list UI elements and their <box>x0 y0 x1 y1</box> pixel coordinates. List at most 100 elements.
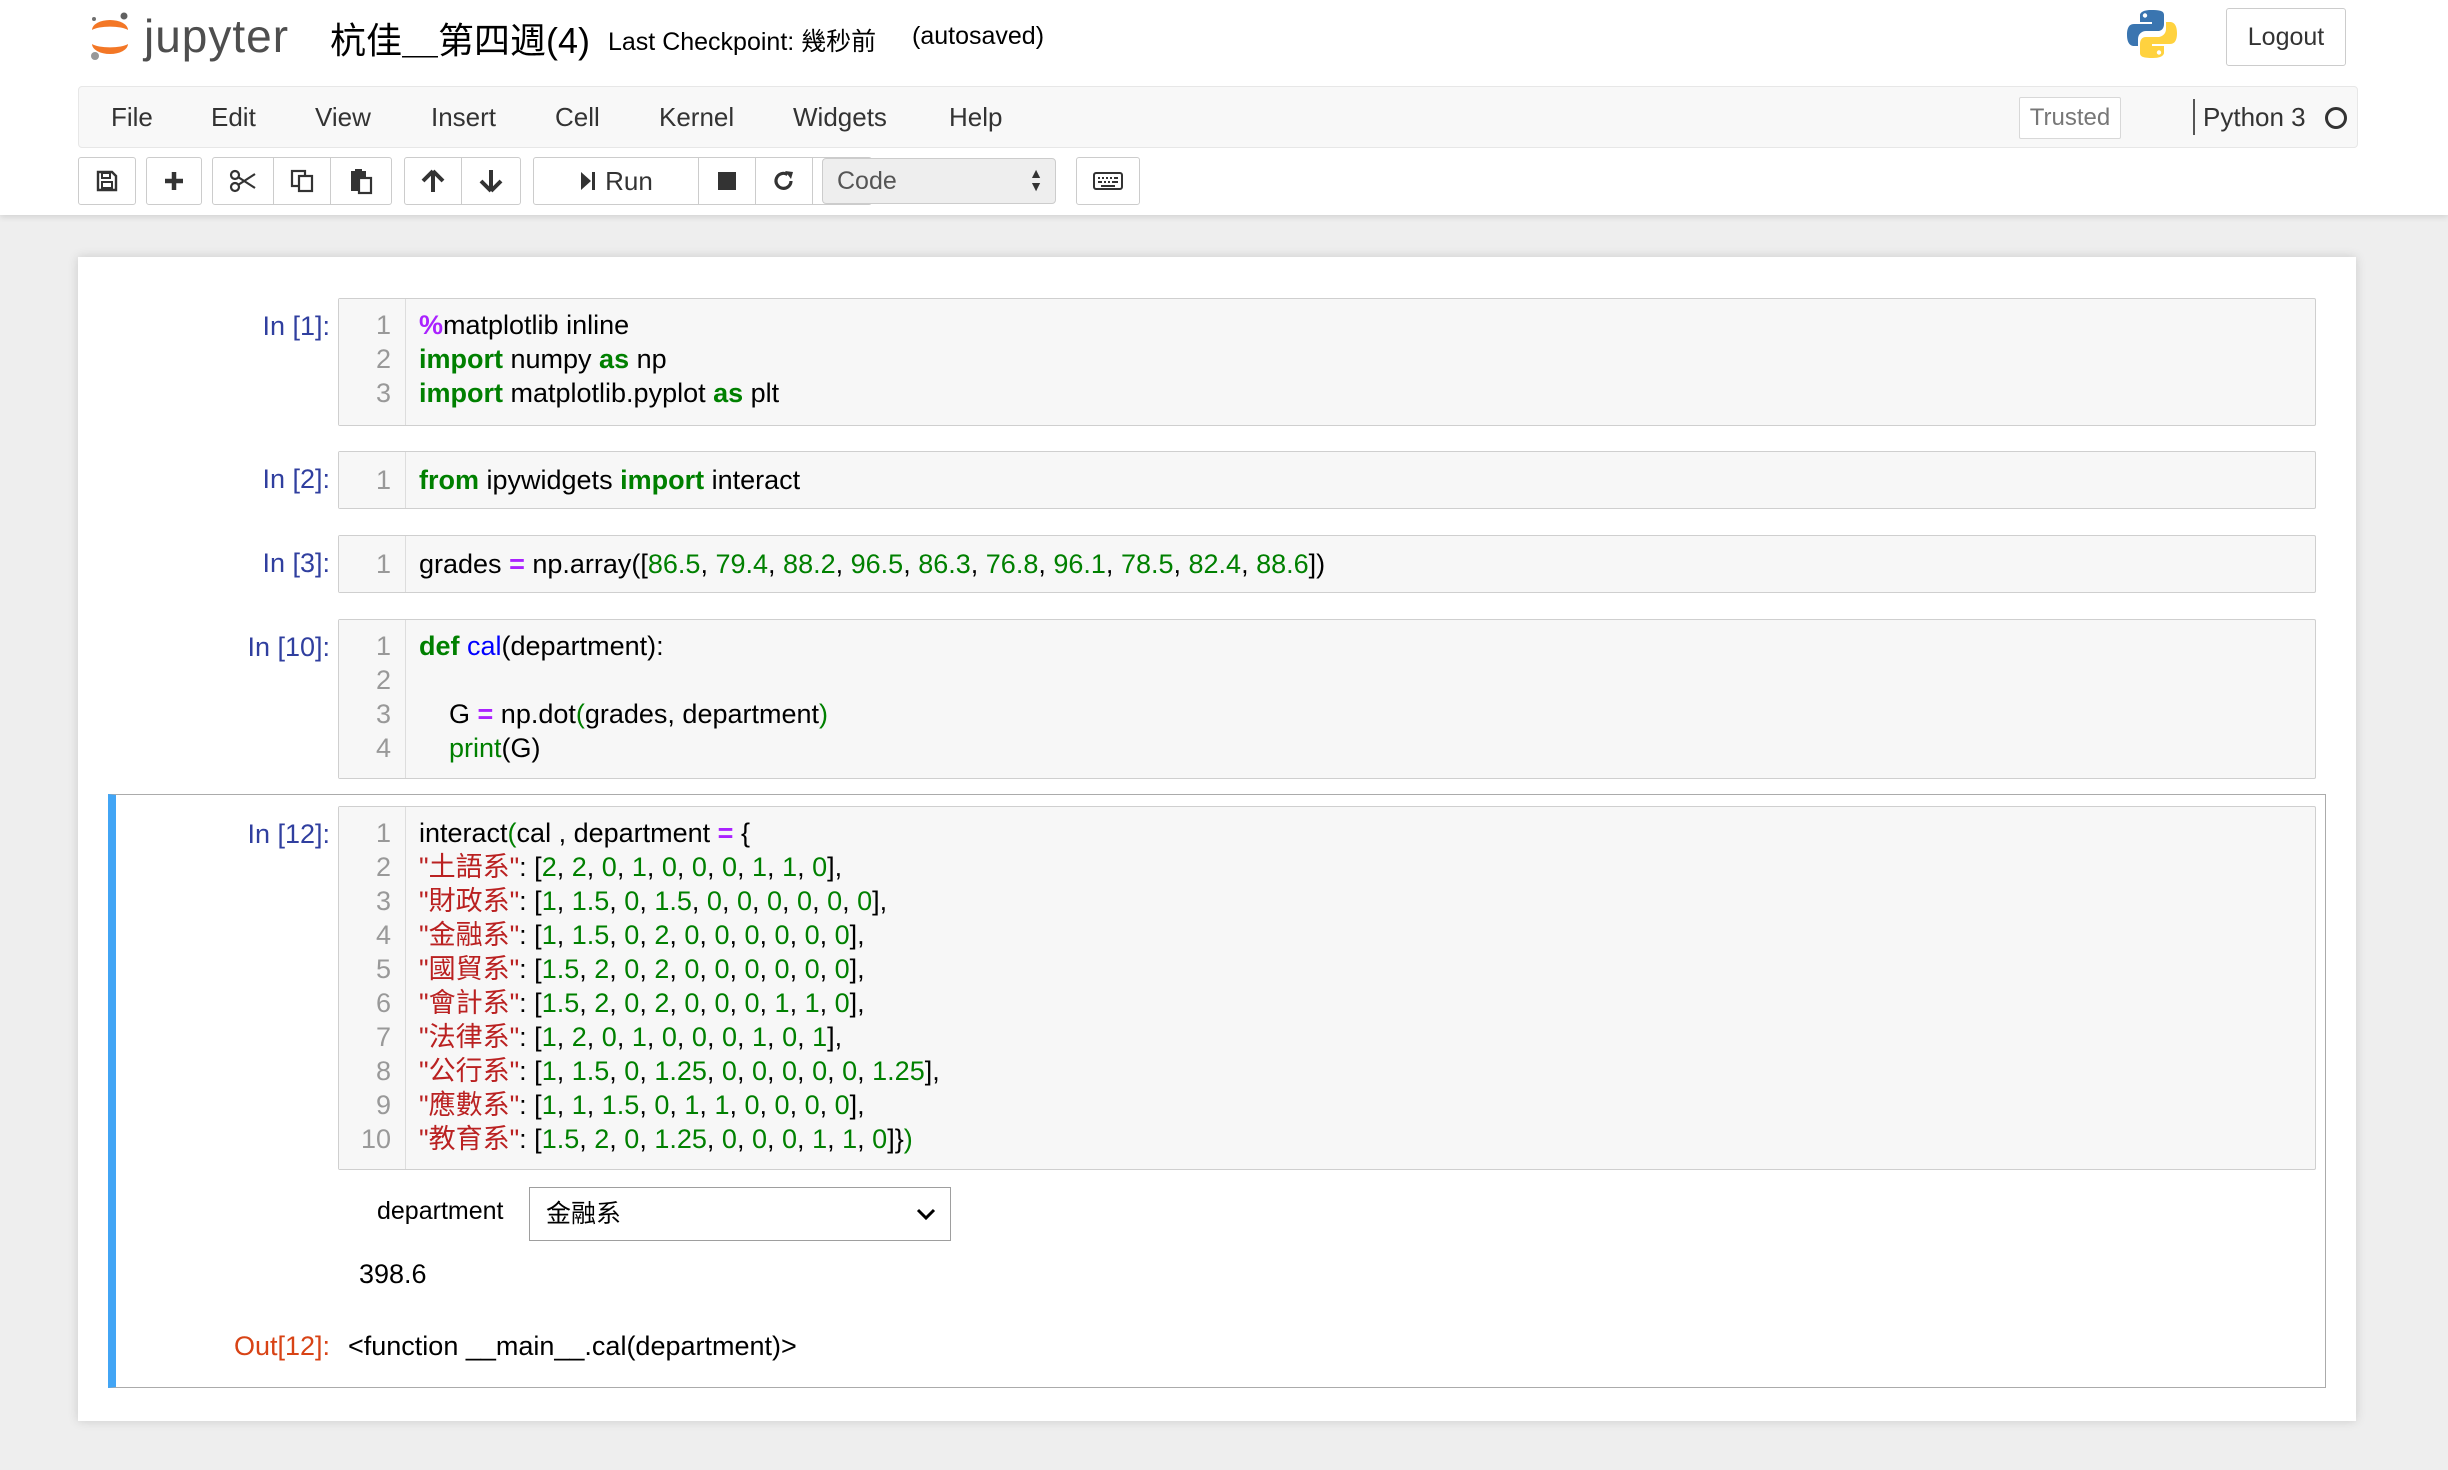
chevron-down-icon <box>916 1208 936 1221</box>
arrow-down-icon <box>479 170 503 193</box>
trusted-indicator[interactable]: Trusted <box>2019 97 2121 139</box>
kernel-divider <box>2193 99 2195 135</box>
line-number: 1 <box>375 631 391 661</box>
insert-cell-button[interactable] <box>146 157 202 205</box>
python-logo-icon <box>2127 10 2177 58</box>
code-line: "國貿系": [1.5, 2, 0, 2, 0, 0, 0, 0, 0, 0], <box>419 954 865 984</box>
line-number: 6 <box>375 988 391 1018</box>
copy-icon <box>290 169 314 193</box>
line-number: 7 <box>375 1022 391 1052</box>
line-number: 8 <box>375 1056 391 1086</box>
line-number: 1 <box>375 310 391 340</box>
menubar: File Edit View Insert Cell Kernel Widget… <box>78 86 2358 148</box>
logout-button[interactable]: Logout <box>2226 8 2346 66</box>
code-line: "土語系": [2, 2, 0, 1, 0, 0, 0, 1, 1, 0], <box>419 852 843 882</box>
select-arrows-icon: ▲ ▼ <box>1029 165 1043 194</box>
line-number: 9 <box>375 1090 391 1120</box>
code-line: import matplotlib.pyplot as plt <box>419 378 780 408</box>
notebook-header: jupyter 杭佳＿第四週(4) Last Checkpoint: 幾秒前 (… <box>0 0 2448 215</box>
notebook-title[interactable]: 杭佳＿第四週(4) <box>330 12 590 64</box>
notebook-container: In [1]: 1 %matplotlib inline 2 import nump… <box>78 257 2356 1421</box>
input-prompt: In [2]: <box>262 464 330 494</box>
jupyter-logo[interactable]: jupyter <box>86 6 289 66</box>
line-number: 4 <box>375 920 391 950</box>
checkpoint-status: Last Checkpoint: 幾秒前 <box>608 28 877 56</box>
code-line: import numpy as np <box>419 344 667 374</box>
code-editor[interactable]: 1 interact(cal , department = { 2 "土語系": [… <box>338 806 2316 1170</box>
input-prompt: In [10]: <box>247 632 330 662</box>
code-editor[interactable]: 1 %matplotlib inline 2 import numpy as np … <box>338 298 2316 426</box>
cell-type-value: Code <box>837 167 897 195</box>
kernel-name: Python 3 <box>2203 102 2306 132</box>
code-line: G = np.dot(grades, department) <box>419 699 829 729</box>
code-line: "財政系": [1, 1.5, 0, 1.5, 0, 0, 0, 0, 0, 0… <box>419 886 888 916</box>
line-number: 3 <box>375 886 391 916</box>
code-editor[interactable]: 1 from ipywidgets import interact <box>338 451 2316 509</box>
code-editor[interactable]: 1 grades = np.array([86.5, 79.4, 88.2, 96… <box>338 535 2316 593</box>
dropdown-value: 金融系 <box>546 1200 622 1228</box>
menu-help[interactable]: Help <box>949 87 1002 147</box>
copy-button[interactable] <box>273 157 331 205</box>
code-line: "會計系": [1.5, 2, 0, 2, 0, 0, 0, 1, 1, 0], <box>419 988 865 1018</box>
save-icon <box>96 170 118 192</box>
interrupt-button[interactable] <box>698 157 756 205</box>
code-line: "金融系": [1, 1.5, 0, 2, 0, 0, 0, 0, 0, 0], <box>419 920 865 950</box>
move-down-button[interactable] <box>461 157 521 205</box>
code-line: from ipywidgets import interact <box>419 465 801 495</box>
menu-widgets[interactable]: Widgets <box>793 87 887 147</box>
cell-type-select[interactable]: Code ▲ ▼ <box>822 158 1056 204</box>
line-number: 1 <box>375 549 391 579</box>
menu-kernel[interactable]: Kernel <box>659 87 734 147</box>
line-number: 3 <box>375 378 391 408</box>
menu-edit[interactable]: Edit <box>211 87 256 147</box>
menu-cell[interactable]: Cell <box>555 87 600 147</box>
menu-file[interactable]: File <box>111 87 153 147</box>
output-text: <function __main__.cal(department)> <box>348 1331 797 1361</box>
save-button[interactable] <box>78 157 136 205</box>
line-number: 1 <box>375 818 391 848</box>
code-line: print(G) <box>449 733 541 763</box>
arrow-up-icon <box>421 169 445 192</box>
code-line: "應數系": [1, 1, 1.5, 0, 1, 1, 0, 0, 0, 0], <box>419 1090 865 1120</box>
keyboard-icon <box>1093 172 1123 190</box>
run-button[interactable]: Run <box>533 157 699 205</box>
department-dropdown[interactable]: 金融系 <box>529 1187 951 1241</box>
menu-insert[interactable]: Insert <box>431 87 496 147</box>
cut-icon <box>229 169 256 193</box>
code-line: "公行系": [1, 1.5, 0, 1.25, 0, 0, 0, 0, 0, … <box>419 1056 940 1086</box>
code-line: "法律系": [1, 2, 0, 1, 0, 0, 0, 1, 0, 1], <box>419 1022 843 1052</box>
line-number: 10 <box>360 1124 391 1154</box>
code-line: "教育系": [1.5, 2, 0, 1.25, 0, 0, 0, 1, 1, … <box>419 1124 913 1154</box>
jupyter-icon <box>91 12 128 60</box>
run-icon <box>581 172 596 190</box>
code-line: def cal(department): <box>419 631 664 661</box>
autosave-status: (autosaved) <box>912 22 1045 50</box>
restart-icon <box>774 171 793 190</box>
command-palette-button[interactable] <box>1076 157 1140 205</box>
code-line: interact(cal , department = { <box>419 818 750 848</box>
paste-button[interactable] <box>330 157 392 205</box>
run-label: Run <box>605 165 653 196</box>
code-editor[interactable]: 1 def cal(department): 2 3 G = np.dot(gra… <box>338 619 2316 779</box>
stop-icon <box>718 172 736 190</box>
menu-view[interactable]: View <box>315 87 371 147</box>
code-line: grades = np.array([86.5, 79.4, 88.2, 96.… <box>419 549 1326 579</box>
output-prompt: Out[12]: <box>233 1331 330 1361</box>
plus-icon <box>165 172 183 190</box>
line-number: 2 <box>375 665 391 695</box>
input-prompt: In [3]: <box>262 548 330 578</box>
line-number: 2 <box>375 852 391 882</box>
kernel-idle-icon <box>2325 107 2347 129</box>
line-number: 4 <box>375 733 391 763</box>
line-number: 5 <box>375 954 391 984</box>
cut-button[interactable] <box>212 157 274 205</box>
line-number: 2 <box>375 344 391 374</box>
code-line: %matplotlib inline <box>419 310 630 340</box>
restart-button[interactable] <box>755 157 813 205</box>
move-up-button[interactable] <box>404 157 462 205</box>
widget-label: department <box>377 1197 504 1225</box>
paste-icon <box>351 169 373 195</box>
input-prompt: In [12]: <box>247 819 330 849</box>
input-prompt: In [1]: <box>262 311 330 341</box>
line-number: 3 <box>375 699 391 729</box>
